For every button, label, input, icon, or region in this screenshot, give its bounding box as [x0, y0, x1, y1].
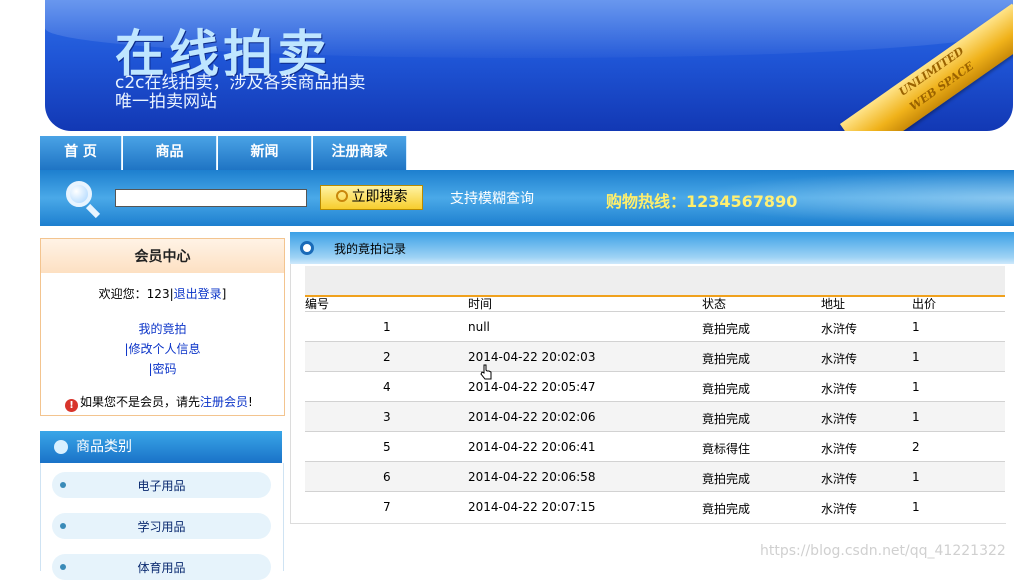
category-item-electronics[interactable]: 电子用品	[52, 472, 271, 498]
cell-status: 竟拍完成	[702, 502, 751, 516]
cell-status: 竟拍完成	[702, 382, 751, 396]
cell-id: 3	[383, 410, 391, 424]
cell-id: 2	[383, 350, 391, 364]
table-row: 4 2014-04-22 20:05:47 竟拍完成 水浒传 1	[305, 371, 1005, 402]
cell-bid: 1	[912, 500, 920, 514]
column-header-status: 状态	[702, 297, 727, 311]
table-row: 2 2014-04-22 20:02:03 竟拍完成 水浒传 1	[305, 341, 1005, 372]
cell-bid: 1	[912, 470, 920, 484]
cell-address: 水浒传	[821, 322, 858, 336]
column-header-id: 编号	[305, 297, 330, 311]
banner-subtitle-2: 唯一拍卖网站	[115, 92, 217, 112]
key-icon	[335, 190, 348, 202]
cell-address: 水浒传	[821, 352, 858, 366]
cell-id: 5	[383, 440, 391, 454]
table-row: 5 2014-04-22 20:06:41 竟标得住 水浒传 2	[305, 431, 1005, 462]
cell-address: 水浒传	[821, 412, 858, 426]
cell-address: 水浒传	[821, 502, 858, 516]
cell-status: 竟拍完成	[702, 352, 751, 366]
welcome-text: 欢迎您：123|	[98, 287, 174, 301]
search-button-label: 立即搜索	[351, 189, 408, 205]
hand-cursor-icon	[480, 364, 492, 380]
table-row: 7 2014-04-22 20:07:15 竟拍完成 水浒传 1	[305, 491, 1005, 522]
tab-register-merchant[interactable]: 注册商家	[313, 136, 407, 170]
category-label: 体育用品	[137, 561, 186, 575]
tab-news[interactable]: 新闻	[218, 136, 312, 170]
category-header: 商品类别	[40, 431, 282, 463]
table-row: 3 2014-04-22 20:02:06 竟拍完成 水浒传 1	[305, 401, 1005, 432]
records-header-icon	[300, 241, 314, 255]
my-auctions-link[interactable]: 我的竟拍	[138, 322, 186, 336]
cell-time: 2014-04-22 20:02:06	[468, 410, 596, 424]
cell-address: 水浒传	[821, 472, 858, 486]
cell-id: 4	[383, 380, 391, 394]
search-bar: 立即搜索 支持模糊查询 购物热线：1234567890	[40, 170, 1014, 226]
category-item-study[interactable]: 学习用品	[52, 513, 271, 539]
cell-status: 竟拍完成	[702, 472, 751, 486]
register-notice-end: !	[248, 395, 253, 409]
tab-home[interactable]: 首 页	[40, 136, 122, 170]
cell-time: null	[468, 320, 490, 334]
cell-bid: 2	[912, 440, 920, 454]
cell-time: 2014-04-22 20:07:15	[468, 500, 596, 514]
password-link[interactable]: |密码	[148, 362, 176, 376]
cell-status: 竟拍完成	[702, 322, 751, 336]
records-title: 我的竟拍记录	[334, 242, 407, 256]
table-row: 1 null 竟拍完成 水浒传 1	[305, 311, 1005, 342]
column-header-bid: 出价	[912, 297, 937, 311]
register-notice-text: 如果您不是会员，请先	[80, 395, 201, 409]
register-notice: ! 如果您不是会员，请先注册会员!	[65, 393, 253, 412]
records-header: 我的竟拍记录	[290, 232, 1014, 264]
cell-bid: 1	[912, 410, 920, 424]
column-header-time: 时间	[468, 297, 493, 311]
alert-icon: !	[65, 399, 78, 412]
cell-bid: 1	[912, 320, 920, 334]
watermark: https://blog.csdn.net/qq_41221322	[760, 543, 1006, 559]
category-item-sports[interactable]: 体育用品	[52, 554, 271, 580]
category-header-icon	[54, 440, 68, 454]
category-label: 学习用品	[137, 520, 186, 534]
table-row: 6 2014-04-22 20:06:58 竟拍完成 水浒传 1	[305, 461, 1005, 492]
category-title: 商品类别	[76, 439, 132, 455]
banner-ribbon: UNLIMITED WEB SPACE	[839, 3, 1013, 131]
search-input[interactable]	[115, 189, 307, 207]
cell-address: 水浒传	[821, 382, 858, 396]
welcome-line: 欢迎您：123|退出登录]	[41, 285, 284, 302]
cell-id: 7	[383, 500, 391, 514]
cell-bid: 1	[912, 380, 920, 394]
shopping-hotline: 购物热线：1234567890	[606, 192, 798, 211]
cell-id: 6	[383, 470, 391, 484]
cell-time: 2014-04-22 20:06:58	[468, 470, 596, 484]
fuzzy-search-hint: 支持模糊查询	[450, 191, 534, 207]
search-magnifier-icon	[66, 181, 92, 207]
search-button[interactable]: 立即搜索	[320, 185, 423, 210]
cell-time: 2014-04-22 20:05:47	[468, 380, 596, 394]
category-label: 电子用品	[137, 479, 186, 493]
logout-link[interactable]: 退出登录	[174, 287, 222, 301]
register-member-link[interactable]: 注册会员	[200, 395, 248, 409]
ribbon-line-1: UNLIMITED	[896, 44, 967, 99]
cell-time: 2014-04-22 20:02:03	[468, 350, 596, 364]
cell-status: 竟标得住	[702, 442, 751, 456]
site-banner: 在线拍卖 c2c在线拍卖，涉及各类商品拍卖 唯一拍卖网站 UNLIMITED W…	[45, 0, 1013, 131]
cell-bid: 1	[912, 350, 920, 364]
magnifier-handle-icon	[85, 203, 101, 219]
cell-id: 1	[383, 320, 391, 334]
column-header-address: 地址	[821, 297, 846, 311]
edit-profile-link[interactable]: |修改个人信息	[124, 342, 200, 356]
member-center-title: 会员中心	[41, 239, 284, 273]
cell-status: 竟拍完成	[702, 412, 751, 426]
member-center: 会员中心 欢迎您：123|退出登录] 我的竟拍 |修改个人信息 |密码 ! 如果您…	[40, 238, 285, 416]
records-toolbar	[305, 266, 1005, 297]
cell-address: 水浒传	[821, 442, 858, 456]
welcome-suffix: ]	[221, 287, 227, 301]
tab-goods[interactable]: 商品	[123, 136, 217, 170]
cell-time: 2014-04-22 20:06:41	[468, 440, 596, 454]
